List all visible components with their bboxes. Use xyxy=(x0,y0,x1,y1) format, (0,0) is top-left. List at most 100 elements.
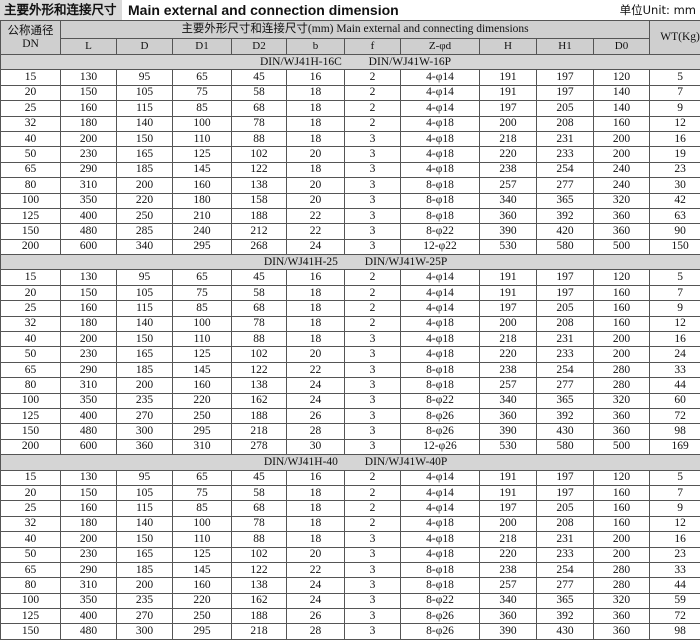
table-cell: 530 xyxy=(480,239,537,254)
table-cell: 100 xyxy=(173,316,232,331)
table-cell: 138 xyxy=(232,378,287,393)
table-cell: 88 xyxy=(232,131,287,146)
table-cell: 360 xyxy=(480,208,537,223)
table-cell: 4-φ18 xyxy=(401,547,480,562)
table-cell: 25 xyxy=(1,301,61,316)
table-cell: 8-φ22 xyxy=(401,593,480,608)
table-cell: 95 xyxy=(117,470,173,485)
table-cell: 360 xyxy=(480,609,537,624)
table-cell: 200 xyxy=(1,439,61,454)
header-row-top: 公称通径 DN 主要外形尺寸和连接尺寸(mm) Main external an… xyxy=(1,21,700,39)
table-cell: 350 xyxy=(61,593,117,608)
table-cell: 33 xyxy=(650,562,700,577)
table-row: 1254002502101882238-φ1836039236063 xyxy=(1,208,700,223)
table-cell: 58 xyxy=(232,485,287,500)
table-cell: 290 xyxy=(61,562,117,577)
table-cell: 162 xyxy=(232,393,287,408)
column-header: H1 xyxy=(537,39,594,55)
table-cell: 45 xyxy=(232,470,287,485)
table-cell: 4-φ18 xyxy=(401,147,480,162)
table-cell: 169 xyxy=(650,439,700,454)
table-cell: 165 xyxy=(117,147,173,162)
table-cell: 3 xyxy=(345,332,401,347)
table-cell: 18 xyxy=(287,101,345,116)
table-row: 2015010575581824-φ141911971407 xyxy=(1,85,700,100)
table-cell: 208 xyxy=(537,516,594,531)
table-cell: 165 xyxy=(117,347,173,362)
table-cell: 210 xyxy=(173,208,232,223)
column-header: D xyxy=(117,39,173,55)
table-row: 803102001601382038-φ1825727724030 xyxy=(1,178,700,193)
table-cell: 320 xyxy=(594,193,650,208)
table-cell: 85 xyxy=(173,501,232,516)
table-cell: 160 xyxy=(61,101,117,116)
table-cell: 240 xyxy=(594,178,650,193)
table-cell: 235 xyxy=(117,393,173,408)
table-cell: 200 xyxy=(594,347,650,362)
table-cell: 98 xyxy=(650,624,700,639)
table-cell: 200 xyxy=(117,178,173,193)
table-cell: 218 xyxy=(480,332,537,347)
table-cell: 65 xyxy=(1,362,61,377)
table-cell: 205 xyxy=(537,301,594,316)
table-cell: 254 xyxy=(537,362,594,377)
table-cell: 220 xyxy=(480,147,537,162)
table-row: 151309565451624-φ141911971205 xyxy=(1,470,700,485)
table-cell: 160 xyxy=(594,516,650,531)
table-cell: 3 xyxy=(345,239,401,254)
column-header: D1 xyxy=(173,39,232,55)
table-cell: 400 xyxy=(61,408,117,423)
table-cell: 2 xyxy=(345,301,401,316)
table-cell: 115 xyxy=(117,301,173,316)
table-cell: 2 xyxy=(345,70,401,85)
table-cell: 238 xyxy=(480,162,537,177)
table-cell: 240 xyxy=(173,224,232,239)
table-cell: 200 xyxy=(594,532,650,547)
table-cell: 3 xyxy=(345,224,401,239)
table-cell: 160 xyxy=(173,178,232,193)
table-cell: 63 xyxy=(650,208,700,223)
table-cell: 270 xyxy=(117,408,173,423)
table-cell: 191 xyxy=(480,70,537,85)
table-cell: 231 xyxy=(537,532,594,547)
table-cell: 200 xyxy=(594,147,650,162)
table-cell: 40 xyxy=(1,131,61,146)
table-cell: 9 xyxy=(650,301,700,316)
table-cell: 231 xyxy=(537,332,594,347)
table-row: 1504803002952182838-φ2639043036098 xyxy=(1,424,700,439)
table-cell: 8-φ22 xyxy=(401,393,480,408)
table-cell: 233 xyxy=(537,547,594,562)
table-cell: 3 xyxy=(345,547,401,562)
table-cell: 4-φ14 xyxy=(401,285,480,300)
table-cell: 23 xyxy=(650,162,700,177)
table-cell: 15 xyxy=(1,470,61,485)
table-cell: 3 xyxy=(345,362,401,377)
table-cell: 3 xyxy=(345,131,401,146)
table-cell: 4-φ18 xyxy=(401,347,480,362)
table-cell: 32 xyxy=(1,516,61,531)
table-cell: 220 xyxy=(173,393,232,408)
model-group-row: DIN/WJ41H-40 DIN/WJ41W-40P xyxy=(1,455,700,470)
table-cell: 3 xyxy=(345,193,401,208)
table-row: 2015010575581824-φ141911971607 xyxy=(1,485,700,500)
table-cell: 200 xyxy=(117,378,173,393)
table-cell: 295 xyxy=(173,624,232,639)
table-cell: 191 xyxy=(480,470,537,485)
table-cell: 400 xyxy=(61,208,117,223)
table-cell: 100 xyxy=(1,593,61,608)
table-cell: 78 xyxy=(232,116,287,131)
table-cell: 5 xyxy=(650,270,700,285)
table-cell: 4-φ14 xyxy=(401,501,480,516)
table-cell: 205 xyxy=(537,101,594,116)
title-english: Main external and connection dimension xyxy=(128,0,399,20)
table-cell: 197 xyxy=(480,101,537,116)
table-cell: 4-φ18 xyxy=(401,116,480,131)
table-cell: 5 xyxy=(650,470,700,485)
column-header: D2 xyxy=(232,39,287,55)
table-cell: 20 xyxy=(287,147,345,162)
table-cell: 115 xyxy=(117,101,173,116)
table-cell: 100 xyxy=(173,516,232,531)
table-cell: 8-φ18 xyxy=(401,178,480,193)
table-cell: 218 xyxy=(232,424,287,439)
table-cell: 16 xyxy=(650,131,700,146)
